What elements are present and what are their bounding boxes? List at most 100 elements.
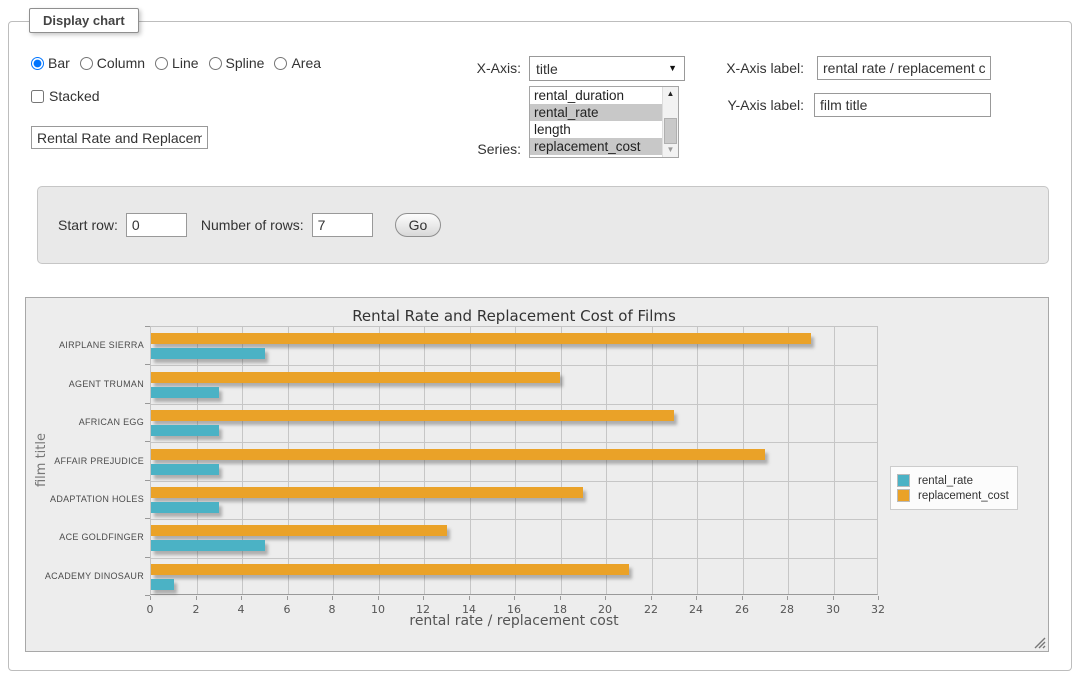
- bar-rental_rate: [151, 348, 265, 359]
- radio-label: Line: [172, 55, 198, 71]
- x-tick-label: 22: [644, 603, 658, 616]
- bar-rental_rate: [151, 464, 219, 475]
- x-tick-label: 14: [462, 603, 476, 616]
- gridline: [151, 404, 877, 405]
- chart-title-input[interactable]: [31, 126, 208, 149]
- rows-form-panel: Start row: Number of rows: Go: [37, 186, 1049, 264]
- gridline: [515, 327, 516, 594]
- scroll-down-icon[interactable]: ▼: [663, 143, 678, 157]
- gridline: [151, 519, 877, 520]
- resize-grip-icon[interactable]: [1034, 637, 1046, 649]
- gridline: [470, 327, 471, 594]
- bar-rental_rate: [151, 387, 219, 398]
- series-listbox-options: rental_durationrental_ratelengthreplacem…: [530, 87, 662, 157]
- chart-legend: rental_rate replacement_cost: [890, 466, 1018, 510]
- gridline: [151, 558, 877, 559]
- x-tick-label: 0: [147, 603, 154, 616]
- bar-replacement_cost: [151, 333, 811, 344]
- x-tick-mark: [241, 596, 242, 600]
- x-tick-label: 12: [416, 603, 430, 616]
- gridline: [652, 327, 653, 594]
- stacked-option[interactable]: Stacked: [31, 88, 100, 104]
- radio-label: Spline: [226, 55, 265, 71]
- start-row-label: Start row:: [58, 217, 118, 233]
- display-chart-panel: Display chart BarColumnLineSplineArea St…: [8, 21, 1072, 671]
- stacked-label: Stacked: [49, 88, 100, 104]
- x-tick-label: 26: [735, 603, 749, 616]
- chart-type-option-area[interactable]: Area: [274, 55, 321, 71]
- gridline: [834, 327, 835, 594]
- gridline: [197, 327, 198, 594]
- legend-swatch-replacement_cost: [897, 489, 910, 502]
- radio-column[interactable]: [80, 57, 93, 70]
- radio-area[interactable]: [274, 57, 287, 70]
- x-tick-label: 2: [193, 603, 200, 616]
- x-tick-mark: [651, 596, 652, 600]
- series-listbox-scrollbar[interactable]: ▲ ▼: [662, 87, 678, 157]
- chart-type-option-spline[interactable]: Spline: [209, 55, 265, 71]
- scrollbar-thumb[interactable]: [664, 118, 677, 144]
- radio-label: Bar: [48, 55, 70, 71]
- scroll-up-icon[interactable]: ▲: [663, 87, 678, 101]
- x-tick-label: 8: [329, 603, 336, 616]
- radio-bar[interactable]: [31, 57, 44, 70]
- bar-rental_rate: [151, 579, 174, 590]
- x-tick-mark: [196, 596, 197, 600]
- chart-type-option-line[interactable]: Line: [155, 55, 198, 71]
- y-tick-mark: [145, 326, 150, 327]
- gridline: [743, 327, 744, 594]
- y-tick-mark: [145, 480, 150, 481]
- number-of-rows-input[interactable]: [312, 213, 373, 237]
- gridline: [242, 327, 243, 594]
- radio-spline[interactable]: [209, 57, 222, 70]
- legend-item-replacement_cost: replacement_cost: [897, 489, 1009, 502]
- chart-type-option-column[interactable]: Column: [80, 55, 145, 71]
- series-option-length[interactable]: length: [530, 121, 662, 138]
- legend-item-rental_rate: rental_rate: [897, 474, 1009, 487]
- series-option-rental_duration[interactable]: rental_duration: [530, 87, 662, 104]
- y-tick-mark: [145, 441, 150, 442]
- legend-label: rental_rate: [918, 475, 973, 487]
- chart-type-option-bar[interactable]: Bar: [31, 55, 70, 71]
- x-axis-label-input[interactable]: [817, 56, 991, 80]
- gridline: [151, 365, 877, 366]
- x-tick-mark: [514, 596, 515, 600]
- bar-rental_rate: [151, 425, 219, 436]
- bar-replacement_cost: [151, 449, 765, 460]
- series-option-rental_rate[interactable]: rental_rate: [530, 104, 662, 121]
- x-tick-label: 16: [507, 603, 521, 616]
- x-tick-label: 30: [826, 603, 840, 616]
- radio-line[interactable]: [155, 57, 168, 70]
- tab-display-chart[interactable]: Display chart: [29, 8, 139, 33]
- go-button[interactable]: Go: [395, 213, 442, 237]
- x-tick-label: 4: [238, 603, 245, 616]
- bar-replacement_cost: [151, 487, 583, 498]
- series-label: Series:: [471, 141, 521, 157]
- bar-rental_rate: [151, 540, 265, 551]
- start-row-input[interactable]: [126, 213, 187, 237]
- stacked-checkbox[interactable]: [31, 90, 44, 103]
- bar-rental_rate: [151, 502, 219, 513]
- y-tick-mark: [145, 557, 150, 558]
- series-option-replacement_cost[interactable]: replacement_cost: [530, 138, 662, 155]
- x-tick-label: 24: [689, 603, 703, 616]
- gridline: [788, 327, 789, 594]
- chart-title: Rental Rate and Replacement Cost of Film…: [150, 307, 878, 325]
- radio-label: Area: [291, 55, 321, 71]
- x-axis-select[interactable]: title: [529, 56, 685, 81]
- gridline: [151, 442, 877, 443]
- x-tick-label: 18: [553, 603, 567, 616]
- x-tick-mark: [560, 596, 561, 600]
- gridline: [424, 327, 425, 594]
- category-label: AFRICAN EGG: [32, 417, 144, 427]
- y-axis-label-input[interactable]: [814, 93, 991, 117]
- x-tick-mark: [287, 596, 288, 600]
- y-tick-mark: [145, 403, 150, 404]
- gridline: [333, 327, 334, 594]
- chart-container: Rental Rate and Replacement Cost of Film…: [25, 297, 1049, 652]
- number-of-rows-label: Number of rows:: [201, 217, 304, 233]
- series-listbox[interactable]: rental_durationrental_ratelengthreplacem…: [529, 86, 679, 158]
- x-tick-label: 20: [598, 603, 612, 616]
- x-tick-label: 10: [371, 603, 385, 616]
- x-tick-label: 6: [284, 603, 291, 616]
